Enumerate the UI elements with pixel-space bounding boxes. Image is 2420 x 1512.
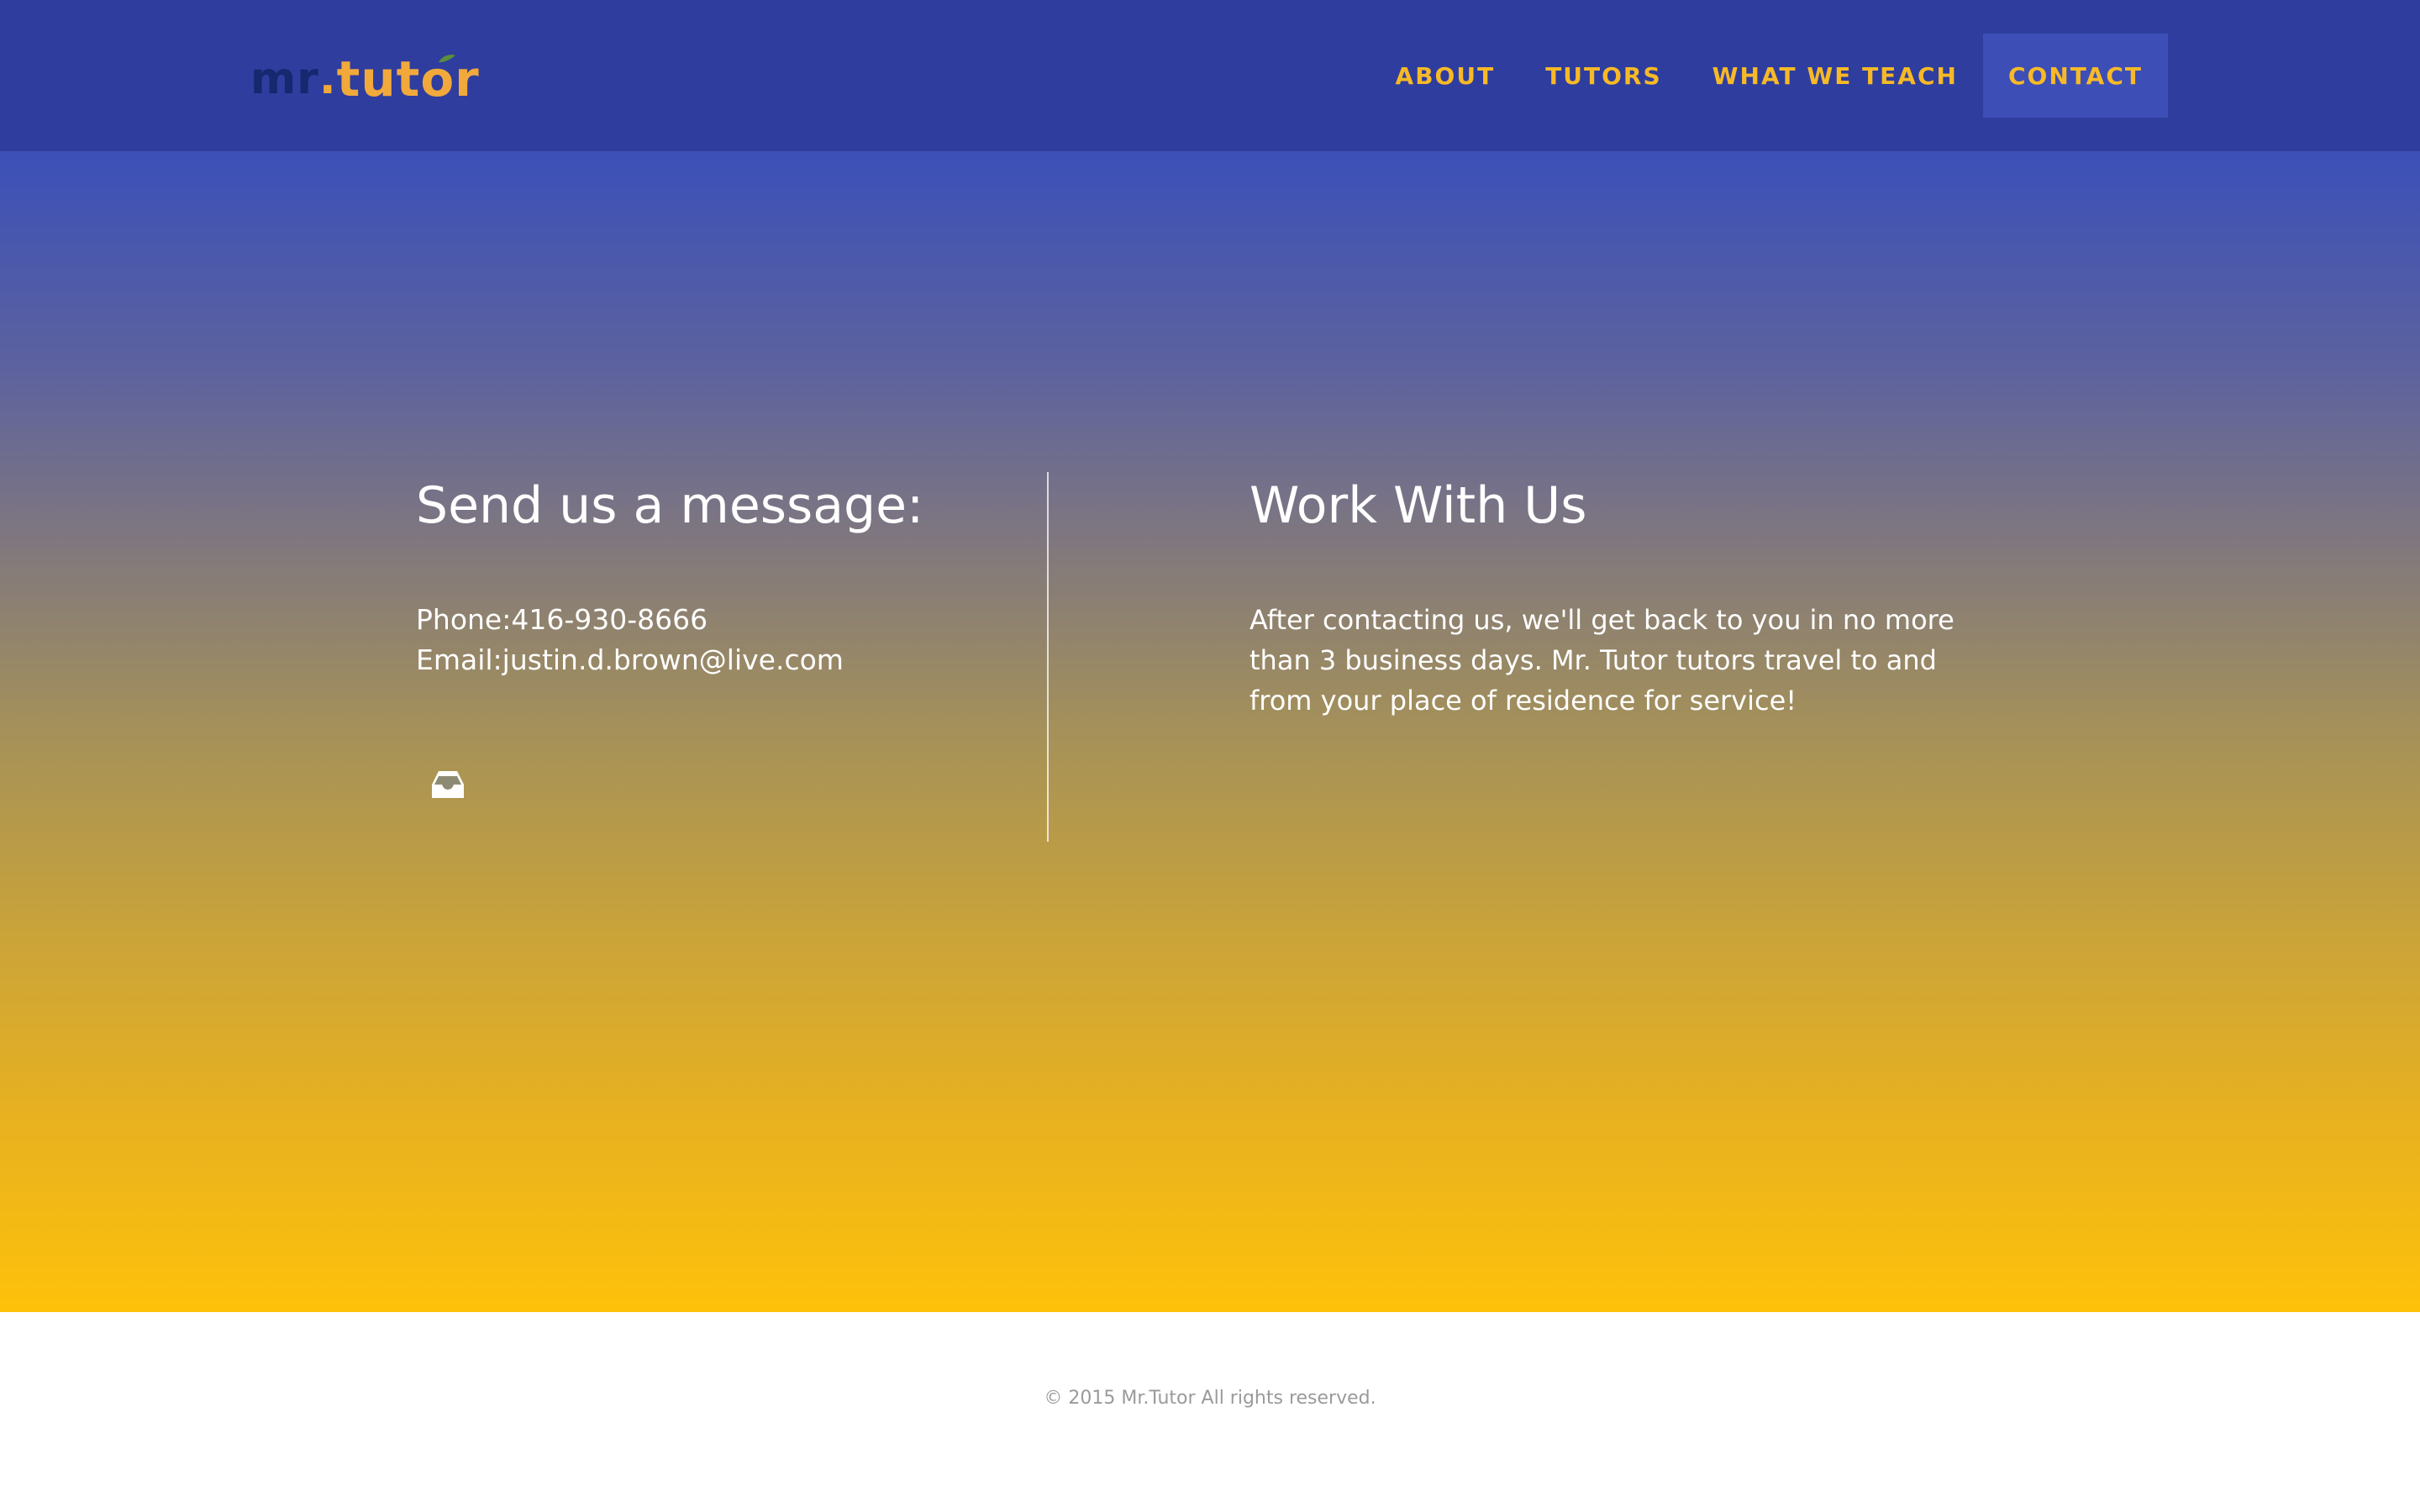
nav-item-what-we-teach[interactable]: WHAT WE TEACH: [1687, 34, 1983, 118]
logo-tutor-text: tutor: [336, 50, 480, 108]
column-divider: [1047, 472, 1049, 842]
footer: © 2015 Mr.Tutor All rights reserved.: [0, 1312, 2420, 1512]
copyright-text: © 2015 Mr.Tutor All rights reserved.: [1044, 1388, 1376, 1409]
email-text[interactable]: Email:justin.d.brown@live.com: [416, 640, 1004, 680]
send-message-column: Send us a message: Phone:416-930-8666 Em…: [416, 470, 1004, 798]
work-with-us-heading: Work With Us: [1249, 476, 1587, 535]
logo-tutor-wrap: tutor: [337, 54, 480, 104]
nav-item-about[interactable]: ABOUT: [1370, 34, 1521, 118]
inbox-icon[interactable]: [431, 769, 465, 800]
main-nav: ABOUT TUTORS WHAT WE TEACH CONTACT: [1370, 34, 2168, 118]
leaf-icon: [438, 55, 455, 63]
work-with-us-column: Work With Us After contacting us, we'll …: [1249, 470, 2006, 748]
phone-text: Phone:416-930-8666: [416, 603, 708, 636]
navbar: mr . tutor ABOUT TUTORS WHAT WE TEACH CO…: [0, 0, 2420, 151]
nav-item-tutors[interactable]: TUTORS: [1520, 34, 1686, 118]
nav-item-contact[interactable]: CONTACT: [1982, 34, 2168, 118]
logo-mr-text: mr: [250, 54, 319, 104]
contact-details: Phone:416-930-8666 Email:justin.d.brown@…: [416, 600, 1004, 680]
site-logo[interactable]: mr . tutor: [250, 45, 480, 104]
work-with-us-text: After contacting us, we'll get back to y…: [1249, 604, 1954, 717]
logo-dot-text: .: [318, 54, 337, 104]
contact-section: Send us a message: Phone:416-930-8666 Em…: [0, 151, 2420, 1312]
send-message-heading: Send us a message:: [416, 476, 924, 535]
